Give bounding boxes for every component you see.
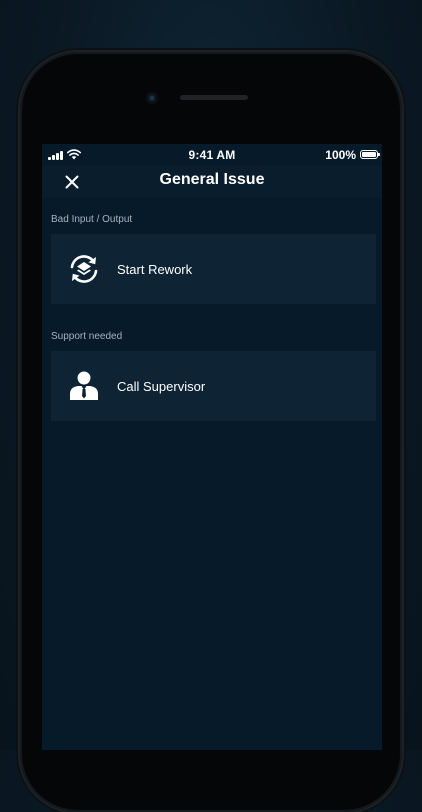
navigation-bar: General Issue [42,166,382,198]
section-label-bad-input-output: Bad Input / Output [51,214,133,225]
call-supervisor-label: Call Supervisor [117,379,206,394]
section-label-support-needed: Support needed [51,331,123,342]
status-bar: 9:41 AM 100% [42,144,382,166]
page-title: General Issue [159,171,265,188]
call-supervisor-button[interactable]: Call Supervisor [51,351,376,421]
battery-icon [360,150,380,159]
rework-icon [70,255,98,283]
earpiece-speaker [180,95,248,100]
screen: 9:41 AM 100% General Issue Bad Input / O… [42,144,382,750]
start-rework-button[interactable]: Start Rework [51,234,376,304]
battery-percentage: 100% [325,148,356,162]
supervisor-icon [70,371,98,400]
start-rework-label: Start Rework [117,262,193,277]
front-camera [146,92,158,104]
power-button [402,206,405,246]
